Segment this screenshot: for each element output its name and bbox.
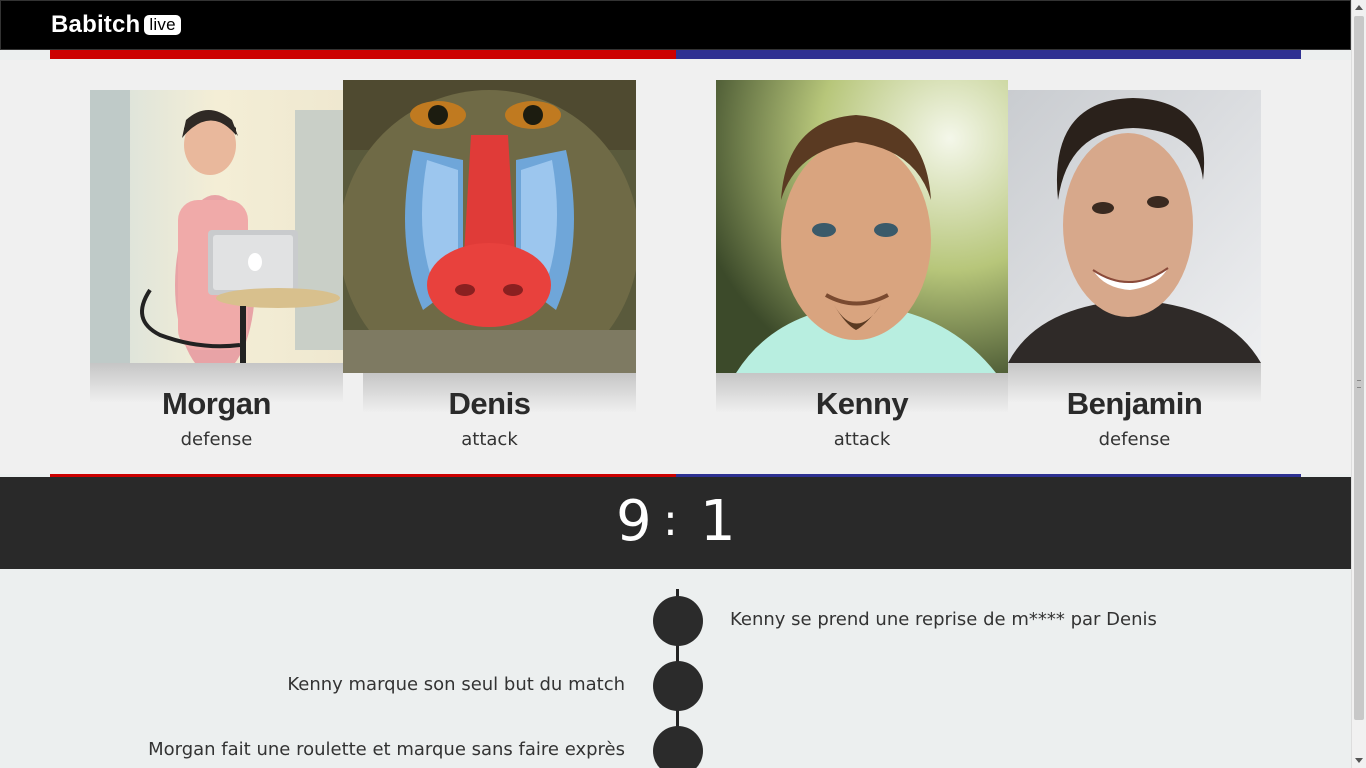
player-name-kenny: Kenny xyxy=(815,386,909,421)
player-name-morgan: Morgan xyxy=(162,386,271,421)
scroll-up-arrow-icon[interactable] xyxy=(1355,5,1363,10)
scroll-thumb[interactable] xyxy=(1354,16,1364,720)
match-timeline: Kenny se prend une reprise de m**** par … xyxy=(0,569,1351,768)
live-badge: live xyxy=(144,15,181,35)
player-photo-morgan xyxy=(90,90,343,363)
score-red-team: 9 xyxy=(616,489,652,554)
player-photo-denis xyxy=(343,80,636,373)
page-scrollbar[interactable] xyxy=(1351,0,1366,768)
player-role-denis: attack xyxy=(461,429,518,450)
red-team-bar-top xyxy=(50,50,676,59)
players-area: Morgan defense Denis attack Kenny attack… xyxy=(0,60,1351,474)
scroll-grip-icon xyxy=(1357,380,1361,388)
timeline-event: Kenny se prend une reprise de m**** par … xyxy=(730,609,1157,630)
timeline-event: Morgan fait une roulette et marque sans … xyxy=(148,739,625,760)
player-card-benjamin[interactable]: Benjamin defense xyxy=(1008,90,1261,450)
brand-title: Babitch xyxy=(51,11,141,38)
score-separator: : xyxy=(663,495,678,546)
timeline-dot xyxy=(653,596,703,646)
score-blue-team: 1 xyxy=(700,489,736,554)
scroll-down-arrow-icon[interactable] xyxy=(1355,758,1363,763)
timeline-event: Kenny marque son seul but du match xyxy=(287,674,625,695)
timeline-dot xyxy=(653,726,703,768)
player-photo-kenny xyxy=(716,80,1008,373)
blue-team-bar-top xyxy=(676,50,1301,59)
top-navbar: Babitch live xyxy=(0,0,1351,50)
player-photo-benjamin xyxy=(1008,90,1261,363)
scoreboard: 9 : 1 xyxy=(0,477,1351,569)
player-role-benjamin: defense xyxy=(1098,429,1171,450)
player-name-denis: Denis xyxy=(448,386,531,421)
player-role-morgan: defense xyxy=(180,429,253,450)
brand-logo[interactable]: Babitch live xyxy=(51,11,181,39)
player-role-kenny: attack xyxy=(833,429,891,450)
player-card-denis[interactable]: Denis attack xyxy=(343,80,636,450)
player-name-benjamin: Benjamin xyxy=(1066,386,1203,421)
player-card-morgan[interactable]: Morgan defense xyxy=(90,90,343,450)
player-card-kenny[interactable]: Kenny attack xyxy=(716,80,1008,450)
timeline-dot xyxy=(653,661,703,711)
